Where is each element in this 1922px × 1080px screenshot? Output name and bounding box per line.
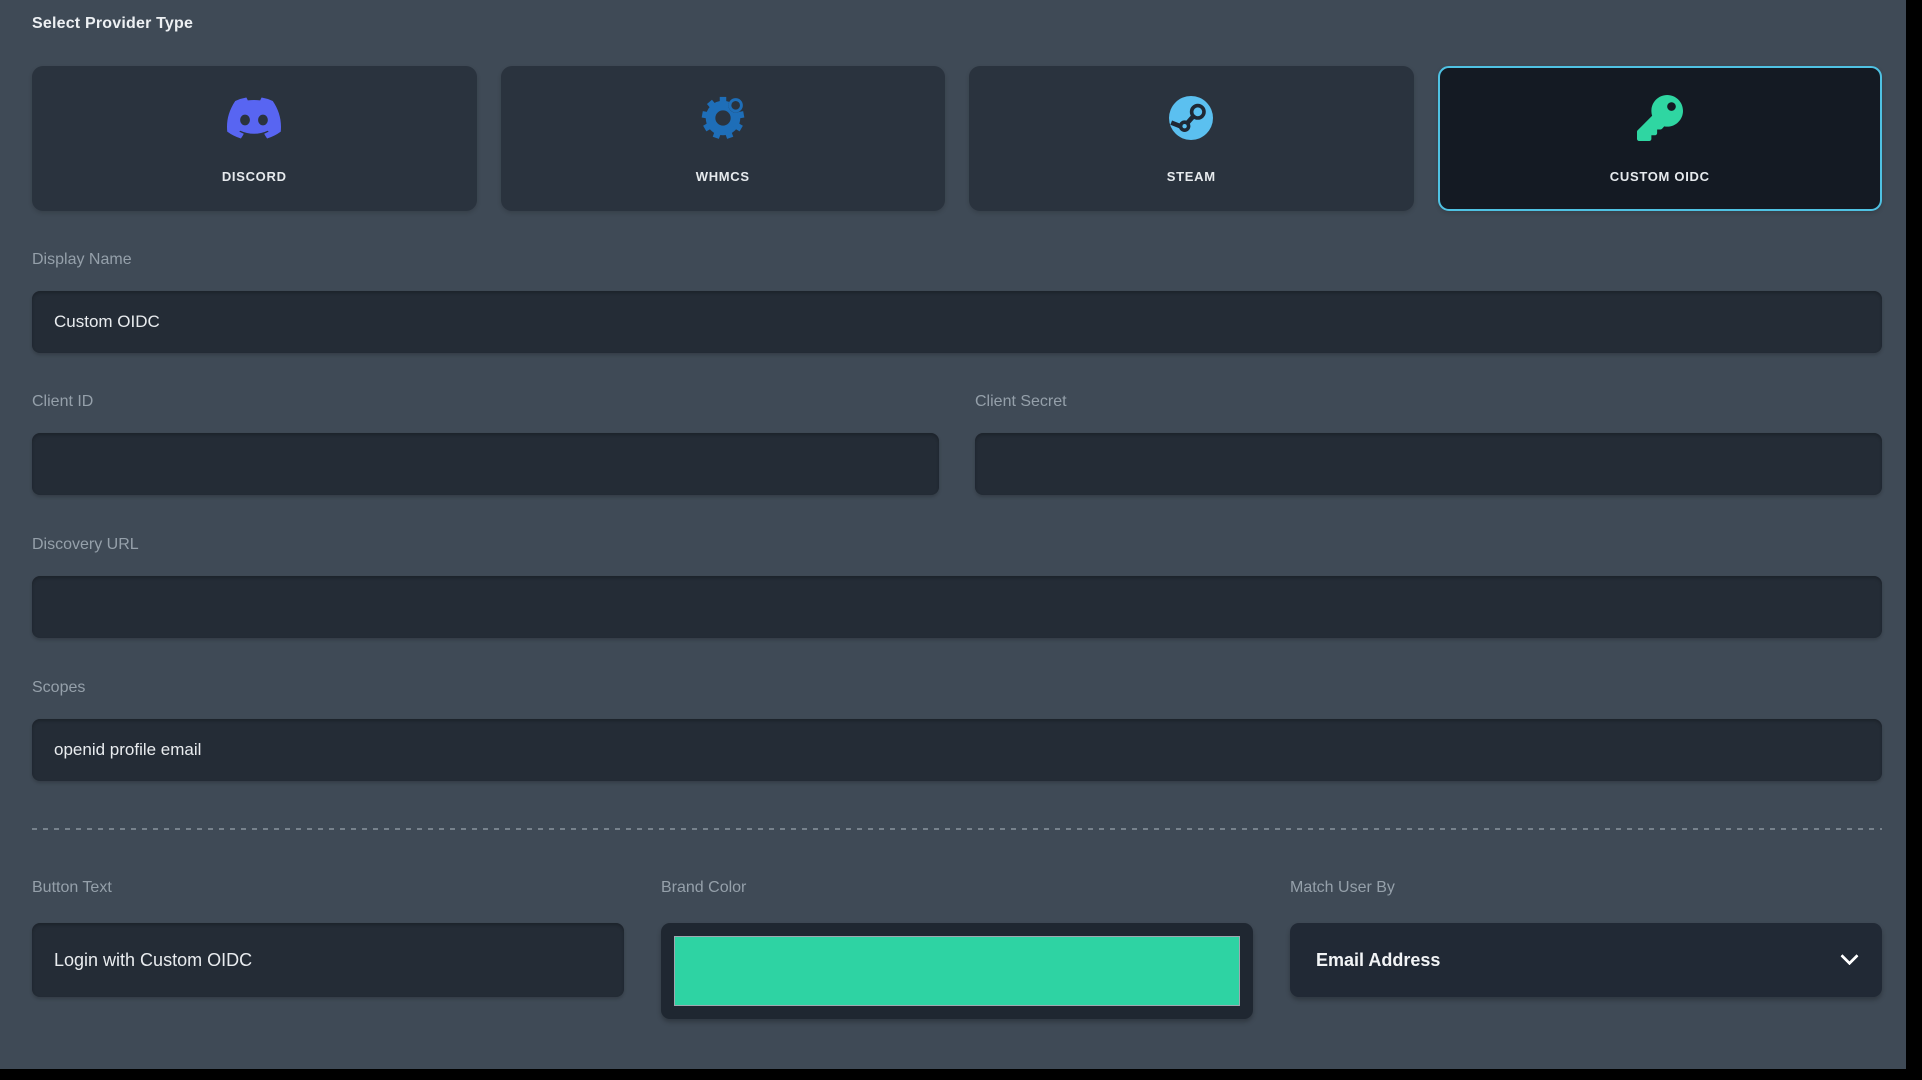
discovery-url-field: Discovery URL <box>32 535 1882 638</box>
display-name-label: Display Name <box>32 250 1882 269</box>
provider-card-label: DISCORD <box>222 169 287 184</box>
provider-card-label: CUSTOM OIDC <box>1610 169 1710 184</box>
button-text-label: Button Text <box>32 878 624 897</box>
match-user-by-select[interactable]: Email Address <box>1290 923 1882 997</box>
select-provider-type-title: Select Provider Type <box>32 14 1882 33</box>
gear-icon <box>700 94 746 142</box>
provider-card-discord[interactable]: DISCORD <box>32 66 477 211</box>
provider-form-panel: Select Provider Type DISCORD <box>0 0 1906 1069</box>
steam-icon <box>1167 94 1215 142</box>
match-user-by-value: Email Address <box>1316 950 1440 971</box>
provider-type-grid: DISCORD <box>32 66 1882 211</box>
discovery-url-input[interactable] <box>32 576 1882 638</box>
provider-card-label: WHMCS <box>696 169 750 184</box>
button-text-field: Button Text <box>32 878 624 997</box>
display-name-field: Display Name <box>32 250 1882 353</box>
section-divider <box>32 828 1882 830</box>
scopes-field: Scopes <box>32 678 1882 781</box>
client-secret-field: Client Secret <box>975 392 1882 495</box>
client-secret-label: Client Secret <box>975 392 1882 411</box>
brand-color-picker[interactable] <box>661 923 1253 1019</box>
match-user-by-label: Match User By <box>1290 878 1882 897</box>
brand-color-field: Brand Color <box>661 878 1253 1019</box>
provider-card-steam[interactable]: STEAM <box>969 66 1414 211</box>
key-icon <box>1637 94 1683 142</box>
client-secret-input[interactable] <box>975 433 1882 495</box>
client-id-label: Client ID <box>32 392 939 411</box>
provider-card-custom-oidc[interactable]: CUSTOM OIDC <box>1438 66 1883 211</box>
client-id-field: Client ID <box>32 392 939 495</box>
discord-icon <box>227 94 281 142</box>
brand-color-swatch <box>674 936 1240 1006</box>
chevron-down-icon <box>1840 947 1858 965</box>
button-text-input[interactable] <box>32 923 624 997</box>
client-id-input[interactable] <box>32 433 939 495</box>
discovery-url-label: Discovery URL <box>32 535 1882 554</box>
scopes-label: Scopes <box>32 678 1882 697</box>
provider-card-whmcs[interactable]: WHMCS <box>501 66 946 211</box>
provider-card-label: STEAM <box>1167 169 1216 184</box>
scopes-input[interactable] <box>32 719 1882 781</box>
brand-color-label: Brand Color <box>661 878 1253 897</box>
display-name-input[interactable] <box>32 291 1882 353</box>
match-user-by-field: Match User By Email Address <box>1290 878 1882 997</box>
